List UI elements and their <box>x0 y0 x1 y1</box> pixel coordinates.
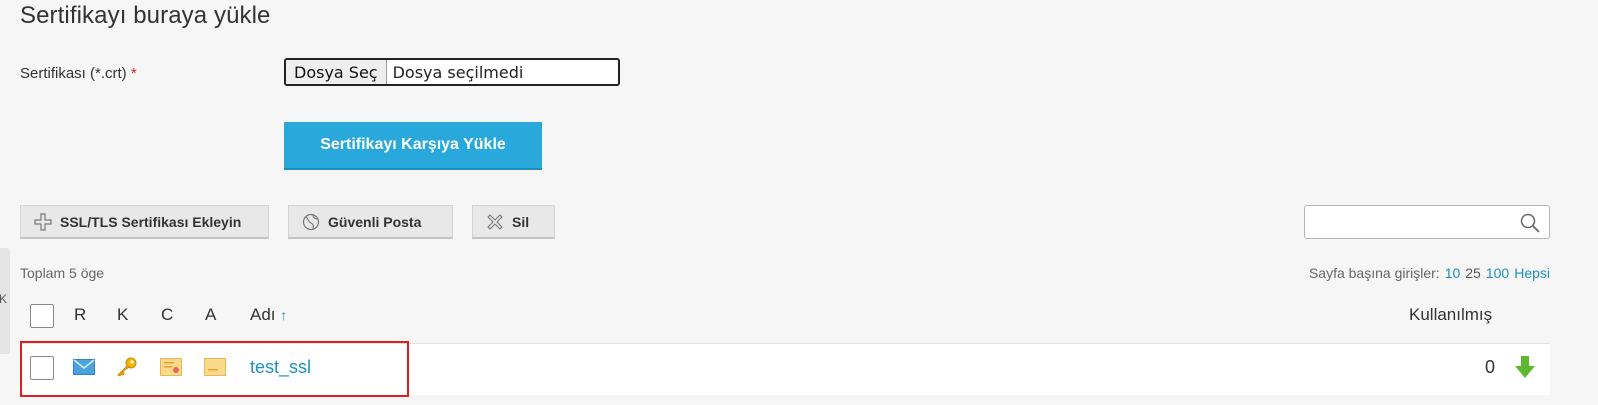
certificate-file-input[interactable]: Dosya Seç Dosya seçilmedi <box>284 58 620 86</box>
page-title: Sertifikayı buraya yükle <box>20 2 271 29</box>
column-header-name[interactable]: Adı ↑ <box>250 305 287 325</box>
per-page-label: Sayfa başına girişler: <box>1308 265 1440 281</box>
choose-file-button[interactable]: Dosya Seç <box>286 60 387 84</box>
add-certificate-label: SSL/TLS Sertifikası Ekleyin <box>60 213 242 230</box>
delete-label: Sil <box>512 213 530 230</box>
side-panel-tab[interactable]: K <box>0 248 10 354</box>
column-header-k: K <box>117 305 129 324</box>
certificate-label-text: Sertifikası (*.crt) <box>20 65 127 82</box>
search-box[interactable] <box>1304 205 1550 239</box>
column-header-name-label: Adı <box>250 305 276 324</box>
column-header-r: R <box>74 305 87 324</box>
download-arrow-icon[interactable] <box>1515 356 1535 378</box>
secure-mail-button[interactable]: Güvenli Posta <box>288 205 453 239</box>
total-items-text: Toplam 5 öge <box>20 265 105 281</box>
select-all-checkbox[interactable] <box>30 304 54 328</box>
per-page-option-25: 25 <box>1465 265 1481 281</box>
column-header-a: A <box>205 305 217 324</box>
required-mark: * <box>130 65 137 82</box>
row-highlight-box <box>20 341 409 397</box>
per-page-option-100[interactable]: 100 <box>1486 265 1509 281</box>
column-header-c: C <box>161 305 174 324</box>
column-header-used: Kullanılmış <box>1409 305 1493 324</box>
add-certificate-button[interactable]: SSL/TLS Sertifikası Ekleyin <box>20 205 269 239</box>
cross-icon <box>487 213 503 230</box>
secure-mail-label: Güvenli Posta <box>328 213 422 230</box>
per-page-selector: Sayfa başına girişler: 10 25 100 Hepsi <box>1309 265 1550 281</box>
used-count: 0 <box>1485 357 1496 377</box>
plus-icon <box>34 212 52 231</box>
search-icon[interactable] <box>1520 213 1540 233</box>
file-status-text: Dosya seçilmedi <box>392 62 524 82</box>
side-panel-glyph: K <box>0 292 8 306</box>
delete-button[interactable]: Sil <box>472 205 555 239</box>
search-input[interactable] <box>1313 206 1513 236</box>
upload-certificate-button[interactable]: Sertifikayı Karşıya Yükle <box>284 122 542 170</box>
per-page-option-all[interactable]: Hepsi <box>1514 265 1550 281</box>
certificate-field-label: Sertifikası (*.crt) * <box>20 65 137 82</box>
per-page-option-10[interactable]: 10 <box>1445 265 1461 281</box>
sort-ascending-icon: ↑ <box>280 307 288 323</box>
globe-icon <box>302 213 320 230</box>
